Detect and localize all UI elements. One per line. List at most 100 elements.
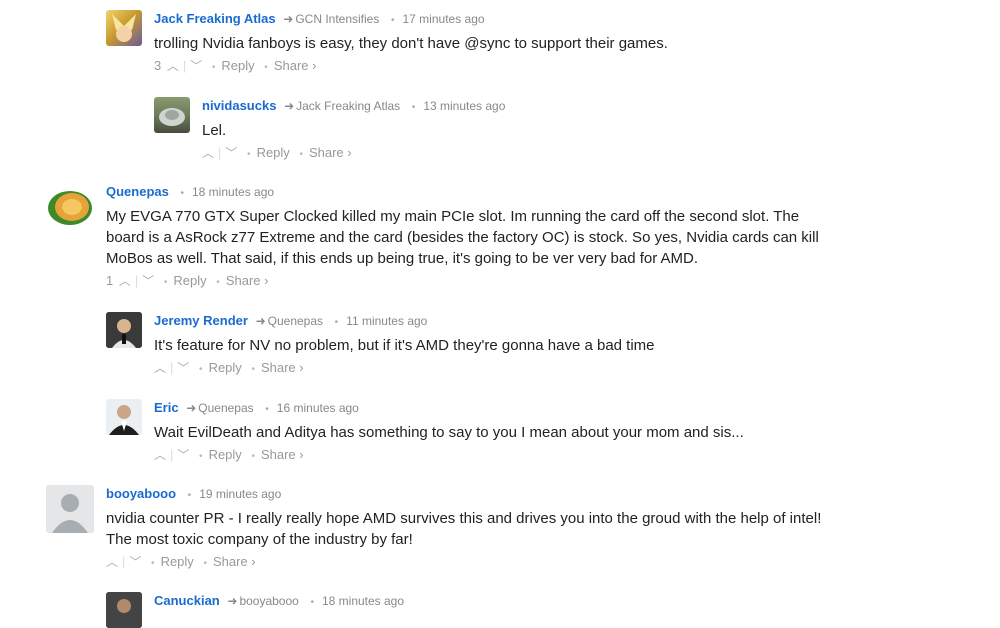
comment-body: nividasucks ➜ Jack Freaking Atlas • 13 min… xyxy=(202,97,505,164)
avatar[interactable] xyxy=(106,10,142,46)
separator-dot: • xyxy=(216,277,220,288)
avatar-image xyxy=(106,592,142,628)
separator-dot: • xyxy=(251,364,255,375)
parent-link[interactable]: ➜ booyabooo xyxy=(227,594,298,608)
author-name[interactable]: booyabooo xyxy=(106,486,176,501)
timestamp[interactable]: 18 minutes ago xyxy=(322,594,404,608)
share-button[interactable]: Share › xyxy=(309,144,352,162)
author-name[interactable]: Jeremy Render xyxy=(154,313,248,328)
reply-button[interactable]: Reply xyxy=(209,446,242,464)
timestamp[interactable]: 16 minutes ago xyxy=(277,401,359,415)
separator-dot: • xyxy=(251,451,255,462)
chevron-down-icon[interactable]: ﹀ xyxy=(225,144,237,162)
comment-body: Jack Freaking Atlas ➜ GCN Intensifies • 17… xyxy=(154,10,668,77)
separator-dot: • xyxy=(151,558,155,569)
comment-header: nividasucks ➜ Jack Freaking Atlas • 13 min… xyxy=(202,97,505,117)
chevron-up-icon[interactable]: ︿ xyxy=(167,57,179,75)
chevron-down-icon[interactable]: ﹀ xyxy=(129,553,141,571)
chevron-down-icon[interactable]: ﹀ xyxy=(177,359,189,377)
chevron-down-icon[interactable]: ﹀ xyxy=(190,57,202,75)
share-button[interactable]: Share › xyxy=(261,359,304,377)
comment-footer: ︿ | ﹀ • Reply • Share › xyxy=(154,446,744,466)
reply-button[interactable]: Reply xyxy=(209,359,242,377)
comment-header: Canuckian ➜ booyabooo • 18 minutes ago xyxy=(154,592,404,612)
vote-divider: | xyxy=(170,447,174,462)
chevron-up-icon[interactable]: ︿ xyxy=(202,144,214,162)
arrow-right-icon: ➜ xyxy=(283,12,294,26)
avatar-image xyxy=(159,108,185,126)
parent-link[interactable]: ➜ Quenepas xyxy=(256,314,323,328)
comment-text: trolling Nvidia fanboys is easy, they do… xyxy=(154,35,668,52)
avatar[interactable] xyxy=(106,312,142,348)
author-name[interactable]: Eric xyxy=(154,400,179,415)
timestamp[interactable]: 11 minutes ago xyxy=(346,314,427,328)
parent-name: GCN Intensifies xyxy=(295,12,380,26)
avatar[interactable] xyxy=(154,97,190,133)
avatar-image xyxy=(106,312,142,348)
comment-body: Canuckian ➜ booyabooo • 18 minutes ago xyxy=(154,592,404,612)
comment-text: It's feature for NV no problem, but if i… xyxy=(154,337,655,354)
comment-body: Jeremy Render ➜ Quenepas • 11 minutes ago … xyxy=(154,312,655,379)
parent-link[interactable]: ➜ Jack Freaking Atlas xyxy=(284,99,400,113)
reply-button[interactable]: Reply xyxy=(221,57,254,75)
reply-button[interactable]: Reply xyxy=(257,144,290,162)
separator-dot: • xyxy=(299,149,303,160)
share-button[interactable]: Share › xyxy=(213,553,256,571)
comment-footer: ︿ | ﹀ • Reply • Share › xyxy=(202,144,505,164)
share-button[interactable]: Share › xyxy=(226,272,269,290)
parent-name: Quenepas xyxy=(198,401,254,415)
parent-name: Quenepas xyxy=(267,314,324,328)
chevron-up-icon[interactable]: ︿ xyxy=(119,272,131,290)
reply-button[interactable]: Reply xyxy=(173,272,206,290)
separator-dot: • xyxy=(203,558,207,569)
comment-header: Jack Freaking Atlas ➜ GCN Intensifies • 17… xyxy=(154,10,668,30)
avatar[interactable] xyxy=(106,399,142,435)
chevron-up-icon[interactable]: ︿ xyxy=(154,359,166,377)
comment-header: booyabooo • 19 minutes ago xyxy=(106,485,836,505)
parent-name: booyabooo xyxy=(239,594,299,608)
vote-divider: | xyxy=(182,58,187,73)
parent-link[interactable]: ➜ GCN Intensifies xyxy=(283,12,379,26)
timestamp[interactable]: 19 minutes ago xyxy=(199,487,281,501)
separator-dot: • xyxy=(199,451,203,462)
separator-dot: • xyxy=(264,62,268,73)
comment-text: Lel. xyxy=(202,122,227,139)
share-button[interactable]: Share › xyxy=(274,57,317,75)
comment-text: nvidia counter PR - I really really hope… xyxy=(106,510,822,548)
separator-dot: • xyxy=(411,102,416,113)
author-name[interactable]: Jack Freaking Atlas xyxy=(154,11,276,26)
separator-dot: • xyxy=(310,597,314,608)
comment-body: Quenepas • 18 minutes ago My EVGA 770 GTX… xyxy=(106,183,836,292)
comment-footer: ︿ | ﹀ • Reply • Share › xyxy=(106,553,836,573)
vote-divider: | xyxy=(218,145,222,160)
chevron-down-icon[interactable]: ﹀ xyxy=(142,272,154,290)
author-name[interactable]: Quenepas xyxy=(106,184,169,199)
avatar[interactable] xyxy=(106,592,142,628)
parent-link[interactable]: ➜ Quenepas xyxy=(186,401,253,415)
vote-divider: | xyxy=(134,273,139,288)
separator-dot: • xyxy=(265,404,269,415)
reply-button[interactable]: Reply xyxy=(161,553,194,571)
separator-dot: • xyxy=(390,15,395,26)
timestamp[interactable]: 18 minutes ago xyxy=(192,185,274,199)
separator-dot: • xyxy=(247,149,251,160)
separator-dot: • xyxy=(163,277,168,288)
upvote-count: 1 xyxy=(106,273,114,288)
chevron-up-icon[interactable]: ︿ xyxy=(154,446,166,464)
chevron-down-icon[interactable]: ﹀ xyxy=(177,446,189,464)
separator-dot: • xyxy=(187,490,192,501)
share-button[interactable]: Share › xyxy=(261,446,304,464)
vote-divider: | xyxy=(122,554,126,569)
avatar[interactable] xyxy=(46,183,94,231)
author-name[interactable]: nividasucks xyxy=(202,98,276,113)
timestamp[interactable]: 13 minutes ago xyxy=(423,99,505,113)
chevron-up-icon[interactable]: ︿ xyxy=(106,553,118,571)
avatar-image xyxy=(112,14,136,42)
separator-dot: • xyxy=(211,62,216,73)
timestamp[interactable]: 17 minutes ago xyxy=(403,12,485,26)
avatar[interactable] xyxy=(46,485,94,533)
comment-footer: 3 ︿ | ﹀ • Reply • Share › xyxy=(154,57,668,77)
author-name[interactable]: Canuckian xyxy=(154,593,220,608)
vote-divider: | xyxy=(170,360,174,375)
comment-header: Eric ➜ Quenepas • 16 minutes ago xyxy=(154,399,744,419)
